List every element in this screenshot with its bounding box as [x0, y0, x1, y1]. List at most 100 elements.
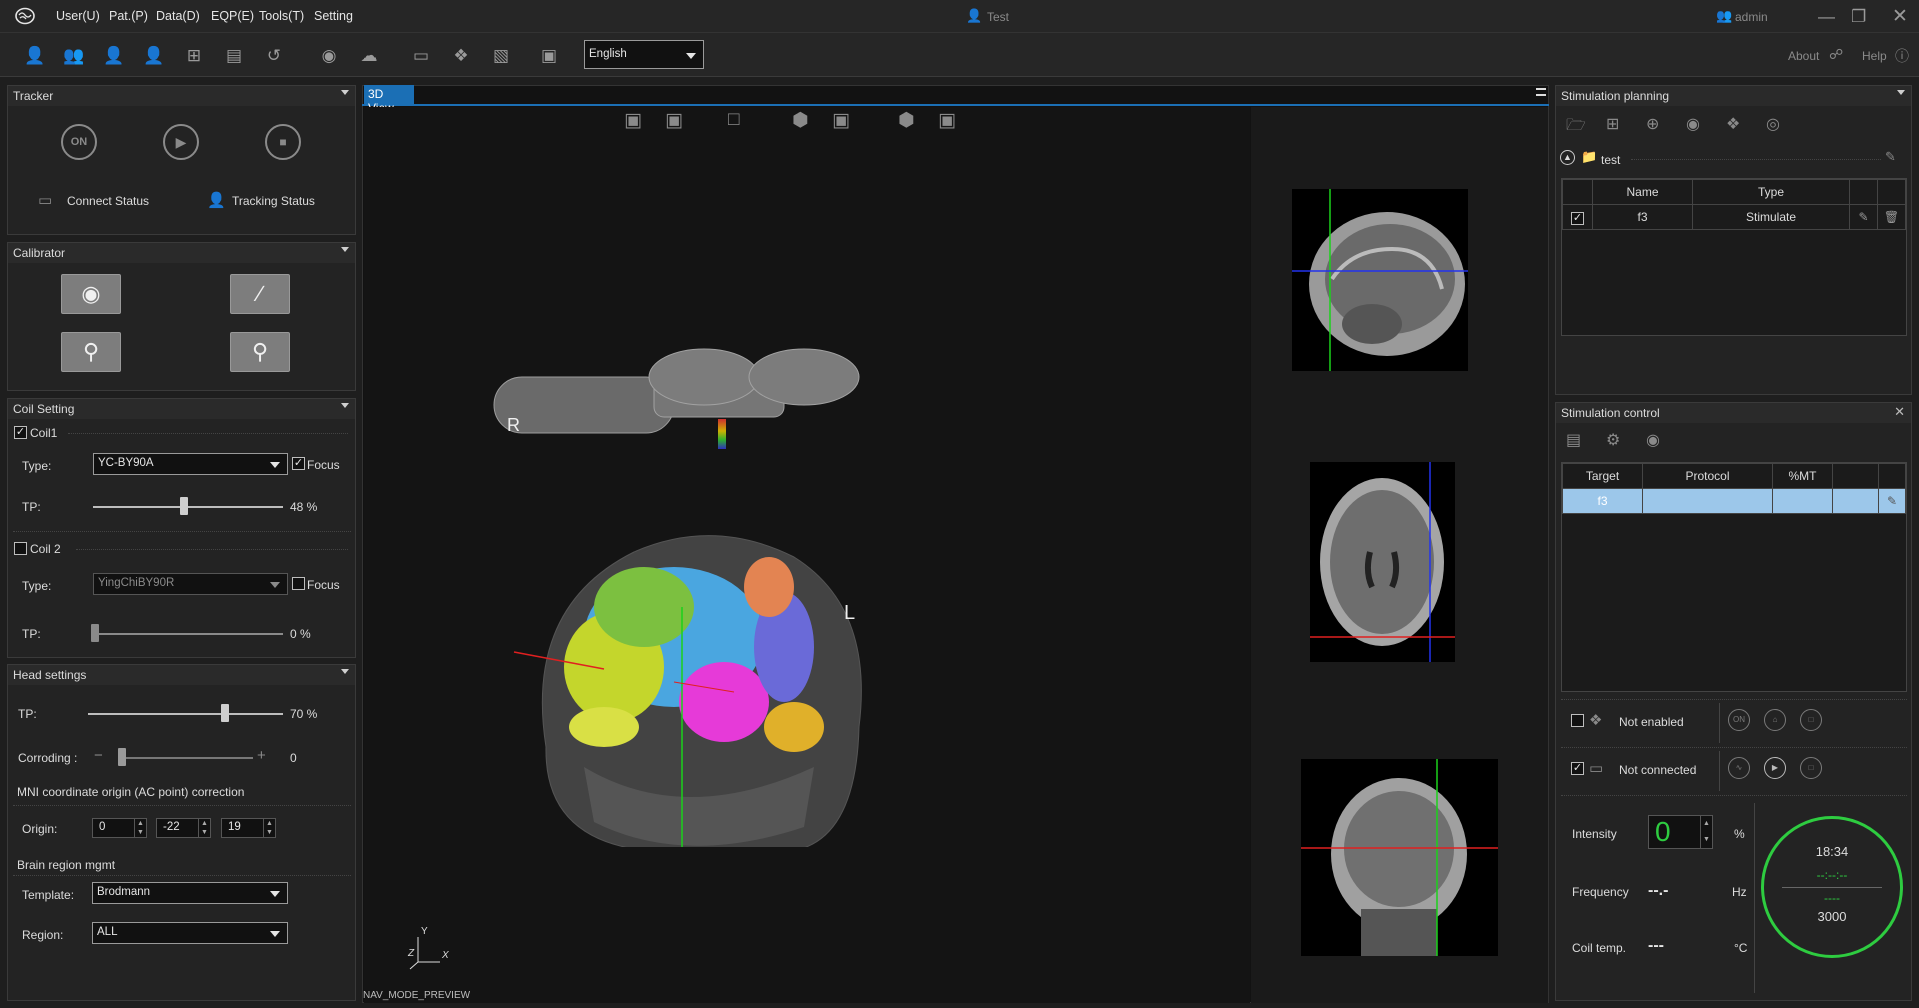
- add-record-icon[interactable]: ⊞: [183, 46, 205, 66]
- coil2-tp-slider[interactable]: [93, 633, 283, 635]
- patient-icon[interactable]: 👤: [24, 46, 46, 66]
- table-row[interactable]: ✓ f3 Stimulate ✎ 🗑: [1562, 204, 1906, 230]
- collapse-arrow-icon[interactable]: [341, 403, 349, 408]
- axial-slice[interactable]: [1310, 462, 1455, 662]
- report-icon[interactable]: ▤: [223, 46, 245, 66]
- camera-icon[interactable]: ◎: [1766, 114, 1780, 134]
- calibrate-head-button[interactable]: ◉: [61, 274, 121, 314]
- history-icon[interactable]: ↺: [263, 46, 285, 66]
- row-edit-icon[interactable]: ✎: [1849, 204, 1878, 230]
- menu-setting[interactable]: Setting: [314, 9, 353, 23]
- row-delete-icon[interactable]: 🗑: [1877, 204, 1906, 230]
- restore-icon[interactable]: ❐: [1851, 7, 1866, 27]
- calibrate-coil1-button[interactable]: ⚲: [61, 332, 121, 372]
- corroding-slider[interactable]: [118, 757, 253, 759]
- table-row[interactable]: f3 ✎: [1562, 488, 1906, 514]
- corroding-plus-button[interactable]: +: [257, 747, 266, 764]
- tracker-play-button[interactable]: ▶: [163, 124, 199, 160]
- menu-equipment[interactable]: EQP(E): [211, 9, 254, 23]
- head-tp-slider-handle[interactable]: [220, 704, 229, 722]
- view-cube-icon[interactable]: □: [728, 109, 739, 131]
- device1-on-button[interactable]: ON: [1728, 709, 1750, 731]
- patients-icon[interactable]: 👥: [63, 46, 85, 66]
- origin-y-spinbox[interactable]: -22 ▲ ▼: [156, 818, 211, 838]
- calibrate-coil2-button[interactable]: ⚲: [230, 332, 290, 372]
- robot-icon[interactable]: ❖: [1726, 114, 1740, 134]
- origin-z-spinbox[interactable]: 19 ▲ ▼: [221, 818, 276, 838]
- device1-checkbox[interactable]: [1571, 714, 1584, 727]
- collapse-arrow-icon[interactable]: [341, 669, 349, 674]
- coil1-checkbox[interactable]: ✓: [14, 426, 27, 439]
- corroding-minus-button[interactable]: −: [94, 747, 103, 764]
- head-icon[interactable]: ◉: [1646, 430, 1660, 450]
- monitor-icon[interactable]: ▣: [538, 46, 560, 66]
- tracker-on-button[interactable]: ON: [61, 124, 97, 160]
- view-cube-icon[interactable]: ▣: [938, 109, 956, 132]
- patient-edit-icon[interactable]: 👤: [103, 46, 125, 66]
- viewport-3d[interactable]: ▣ ▣ □ ⬢ ▣ ⬢ ▣ R L Y Z X: [364, 107, 1250, 1003]
- calibrate-pointer-button[interactable]: ∕: [230, 274, 290, 314]
- close-icon[interactable]: ✕: [1894, 404, 1905, 420]
- coil2-focus-checkbox[interactable]: [292, 577, 305, 590]
- view-cube-icon[interactable]: ⬢: [792, 109, 809, 132]
- coil1-type-select[interactable]: YC-BY90A: [93, 453, 288, 475]
- help-icon[interactable]: ⓘ: [1895, 46, 1909, 66]
- view-cube-icon[interactable]: ▣: [832, 109, 850, 132]
- collapse-arrow-icon[interactable]: [341, 90, 349, 95]
- menu-patient[interactable]: Pat.(P): [109, 9, 148, 23]
- settings-gear-icon[interactable]: ⚙: [1606, 430, 1620, 450]
- device2-checkbox[interactable]: ✓: [1571, 762, 1584, 775]
- coil2-tp-slider-handle[interactable]: [90, 624, 99, 642]
- patient-remove-icon[interactable]: 👤: [143, 46, 165, 66]
- collapse-arrow-icon[interactable]: [1897, 90, 1905, 95]
- view-cube-icon[interactable]: ▣: [665, 109, 683, 132]
- col-name-header[interactable]: Name: [1592, 179, 1693, 205]
- device2-waveform-button[interactable]: ∿: [1728, 757, 1750, 779]
- sagittal-slice[interactable]: [1292, 189, 1468, 371]
- device1-stop-button[interactable]: □: [1800, 709, 1822, 731]
- language-select[interactable]: English: [584, 40, 704, 69]
- device2-play-button[interactable]: ▶: [1764, 757, 1786, 779]
- tracker-stop-button[interactable]: ■: [265, 124, 301, 160]
- new-folder-icon[interactable]: ⊞: [1606, 114, 1619, 134]
- view-cube-icon[interactable]: ▣: [624, 109, 642, 132]
- tab-3d-view[interactable]: 3D View: [364, 85, 414, 115]
- menu-user[interactable]: User(U): [56, 9, 100, 23]
- intensity-spinbox[interactable]: 0 ▲ ▼: [1648, 815, 1713, 849]
- protocol-icon[interactable]: ▤: [1566, 430, 1581, 450]
- collapse-arrow-icon[interactable]: [341, 247, 349, 252]
- col-mt-header[interactable]: %MT: [1772, 463, 1833, 489]
- open-folder-icon[interactable]: 🗁: [1566, 114, 1586, 141]
- view-menu-icon[interactable]: [1536, 88, 1546, 96]
- col-target-header[interactable]: Target: [1562, 463, 1643, 489]
- device2-stop-button[interactable]: □: [1800, 757, 1822, 779]
- template-select[interactable]: Brodmann: [92, 882, 288, 904]
- help-link[interactable]: Help: [1862, 49, 1887, 63]
- view-cube-icon[interactable]: ⬢: [898, 109, 915, 132]
- collapse-folder-icon[interactable]: ▲: [1560, 150, 1575, 165]
- device1-home-button[interactable]: ⌂: [1764, 709, 1786, 731]
- coil2-checkbox[interactable]: [14, 542, 27, 555]
- coil2-type-select[interactable]: YingChiBY90R: [93, 573, 288, 595]
- head-target-icon[interactable]: ◉: [1686, 114, 1700, 134]
- col-type-header[interactable]: Type: [1692, 179, 1850, 205]
- device-icon[interactable]: ▧: [490, 46, 512, 66]
- row-checkbox[interactable]: ✓: [1571, 211, 1584, 225]
- add-target-icon[interactable]: ⊕: [1646, 114, 1659, 134]
- minimize-icon[interactable]: —: [1818, 7, 1835, 27]
- region-select[interactable]: ALL: [92, 922, 288, 944]
- coil-icon[interactable]: ▭: [410, 46, 432, 66]
- robot-arm-icon[interactable]: ❖: [450, 46, 472, 66]
- close-icon[interactable]: ✕: [1892, 5, 1908, 28]
- corroding-slider-handle[interactable]: [118, 748, 126, 766]
- menu-tools[interactable]: Tools(T): [259, 9, 304, 23]
- head-icon[interactable]: ◉: [318, 46, 340, 66]
- about-icon[interactable]: ☍: [1829, 46, 1843, 63]
- menu-data[interactable]: Data(D): [156, 9, 200, 23]
- coronal-slice[interactable]: [1301, 759, 1498, 956]
- coil1-tp-slider-handle[interactable]: [180, 497, 189, 515]
- row-edit-icon[interactable]: ✎: [1878, 488, 1906, 514]
- coil1-focus-checkbox[interactable]: ✓: [292, 457, 305, 470]
- brain-icon[interactable]: ☁: [358, 46, 380, 66]
- head-tp-slider[interactable]: [88, 713, 283, 715]
